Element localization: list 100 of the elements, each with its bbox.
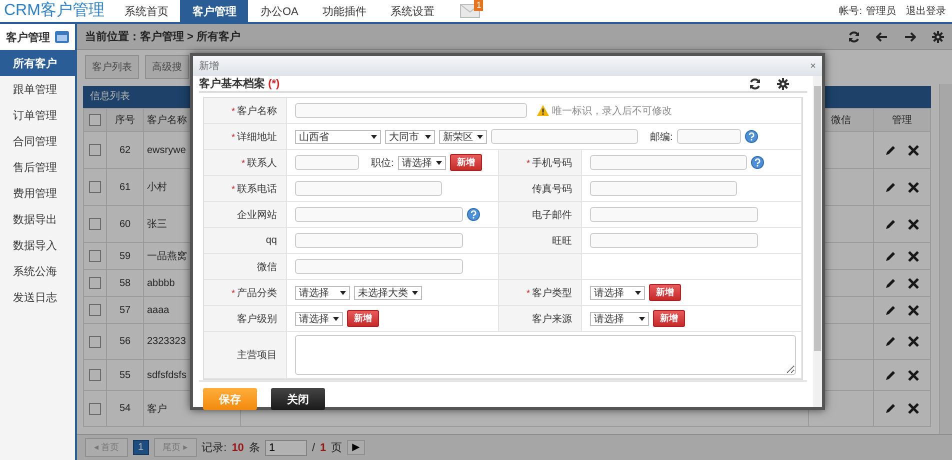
help-icon[interactable] [751, 156, 764, 169]
sidebar-item[interactable]: 售后管理 [0, 154, 75, 180]
help-icon[interactable] [467, 208, 480, 221]
sidebar-item[interactable]: 所有客户 [0, 50, 75, 76]
checkbox[interactable] [89, 369, 101, 381]
page-input[interactable]: 1 [264, 440, 307, 456]
text-field[interactable] [295, 181, 442, 196]
pencil-icon[interactable] [885, 250, 896, 262]
checkbox[interactable] [89, 114, 101, 126]
logout-link[interactable]: 退出登录 [906, 4, 946, 18]
sidebar-item[interactable]: 系统公海 [0, 258, 75, 284]
checkbox[interactable] [89, 402, 101, 414]
close-button[interactable]: × [810, 60, 816, 72]
delete-icon[interactable] [908, 370, 919, 380]
text-field[interactable] [590, 181, 737, 196]
refresh-icon[interactable] [749, 78, 761, 90]
nav-tab[interactable]: 功能插件 [310, 0, 378, 22]
records-count: 10 [232, 442, 244, 454]
text-field[interactable] [295, 155, 359, 170]
window-icon[interactable] [55, 31, 69, 43]
sidebar-item[interactable]: 数据导入 [0, 232, 75, 258]
text-field[interactable] [590, 233, 758, 248]
tab-button[interactable]: 客户列表 [85, 55, 139, 79]
column-header: 序号 [106, 108, 144, 132]
pencil-icon[interactable] [885, 336, 896, 347]
sidebar-item[interactable]: 跟单管理 [0, 76, 75, 102]
delete-icon[interactable] [908, 250, 919, 262]
help-icon[interactable] [744, 130, 758, 143]
pencil-icon[interactable] [885, 304, 896, 316]
pencil-icon[interactable] [885, 403, 896, 414]
delete-icon[interactable] [908, 144, 919, 156]
checkbox[interactable] [89, 336, 101, 348]
arrow-left-icon[interactable] [876, 32, 888, 42]
sidebar-item[interactable]: 订单管理 [0, 102, 75, 128]
text-field[interactable] [295, 233, 463, 248]
add-button[interactable]: 新增 [450, 154, 482, 171]
text-field[interactable] [491, 129, 638, 144]
field-label: 手机号码 [532, 156, 572, 170]
text-field[interactable] [295, 207, 463, 222]
checkbox[interactable] [89, 250, 101, 262]
refresh-icon[interactable] [848, 30, 860, 42]
checkbox[interactable] [89, 218, 101, 230]
field-label: 联系人 [247, 156, 277, 170]
select-field[interactable]: 请选择 [295, 312, 343, 326]
pencil-icon[interactable] [885, 144, 896, 156]
delete-icon[interactable] [908, 182, 919, 192]
nav-tab[interactable]: 客户管理 [180, 0, 248, 22]
checkbox[interactable] [89, 304, 101, 316]
arrow-right-icon[interactable] [904, 32, 916, 42]
caret-icon [635, 290, 641, 294]
sidebar-item[interactable]: 发送日志 [0, 284, 75, 310]
select-field[interactable]: 请选择 [398, 156, 446, 170]
checkbox[interactable] [89, 144, 101, 156]
checkbox[interactable] [89, 181, 101, 193]
checkbox[interactable] [89, 277, 101, 289]
caret-icon [412, 290, 418, 294]
settings-icon[interactable] [777, 78, 789, 90]
caret-icon [333, 316, 339, 320]
sidebar-item[interactable]: 合同管理 [0, 128, 75, 154]
close-button[interactable]: 关闭 [271, 388, 325, 410]
text-field[interactable] [676, 129, 741, 144]
pencil-icon[interactable] [885, 370, 896, 380]
delete-icon[interactable] [908, 403, 919, 414]
page-button[interactable]: 1 [133, 440, 149, 455]
required-mark: * [526, 158, 530, 168]
delete-icon[interactable] [908, 278, 919, 288]
settings-icon[interactable] [932, 30, 944, 42]
sidebar-item[interactable]: 费用管理 [0, 180, 75, 206]
tab-button[interactable]: 高级搜 [145, 55, 189, 79]
field-label: 传真号码 [532, 182, 572, 196]
go-button[interactable]: ▶ [347, 440, 365, 455]
scrollbar[interactable] [939, 84, 952, 434]
select-field[interactable]: 请选择 [590, 286, 645, 300]
delete-icon[interactable] [908, 218, 919, 230]
text-field[interactable] [295, 259, 463, 274]
select-field[interactable]: 请选择 [295, 286, 350, 300]
table-cell: 60 [106, 206, 144, 242]
select-field[interactable]: 山西省 [295, 130, 381, 144]
nav-tab[interactable]: 系统设置 [378, 0, 446, 22]
text-field[interactable] [295, 103, 527, 118]
add-button[interactable]: 新增 [347, 310, 379, 327]
nav-tab[interactable]: 办公OA [248, 0, 310, 22]
scrollbar[interactable] [813, 76, 822, 407]
add-button[interactable]: 新增 [649, 284, 681, 301]
delete-icon[interactable] [908, 304, 919, 316]
select-field[interactable]: 请选择 [590, 312, 649, 326]
pencil-icon[interactable] [885, 278, 896, 288]
pencil-icon[interactable] [885, 182, 896, 192]
nav-tab[interactable]: 系统首页 [112, 0, 180, 22]
table-cell: 59 [106, 242, 144, 270]
text-field[interactable] [590, 207, 758, 222]
select-field[interactable]: 新荣区 [439, 130, 487, 144]
column-header: 管理 [874, 108, 930, 132]
text-field[interactable] [590, 155, 747, 170]
pencil-icon[interactable] [885, 218, 896, 230]
sidebar-item[interactable]: 数据导出 [0, 206, 75, 232]
add-button[interactable]: 新增 [653, 310, 685, 327]
select-field[interactable]: 未选择大类 [354, 286, 422, 300]
delete-icon[interactable] [908, 336, 919, 347]
select-field[interactable]: 大同市 [385, 130, 435, 144]
